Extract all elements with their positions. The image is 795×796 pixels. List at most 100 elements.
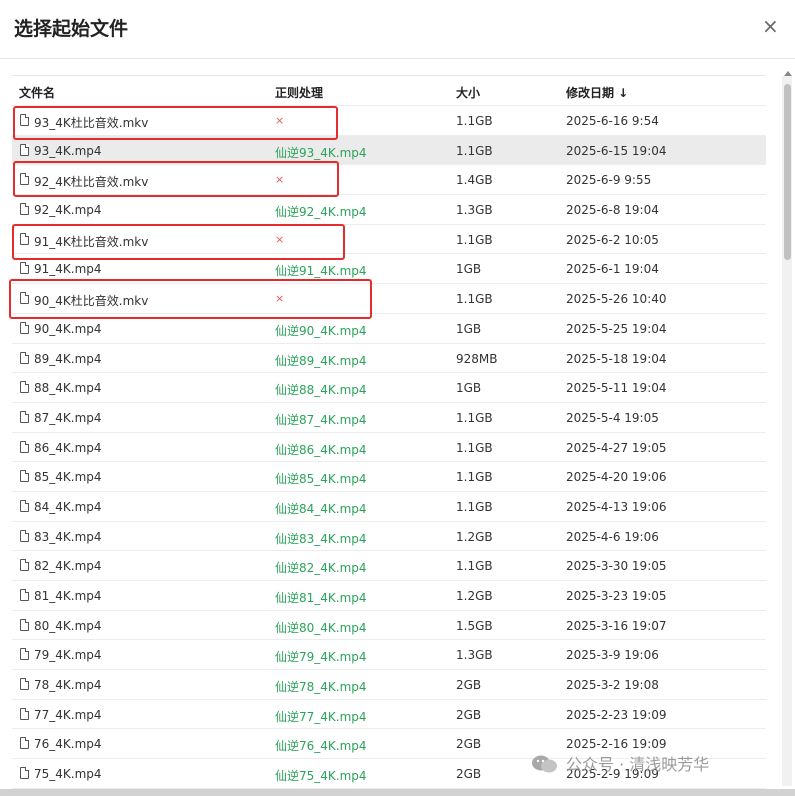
- file-name: 90_4K.mp4: [34, 321, 102, 336]
- file-size: 1GB: [456, 321, 482, 336]
- modified-date: 2025-6-9 9:55: [566, 173, 652, 188]
- file-icon: [20, 381, 29, 394]
- regex-result: 仙逆90_4K.mp4: [275, 323, 367, 338]
- file-size: 1.1GB: [456, 232, 493, 247]
- file-icon: [20, 321, 29, 334]
- file-icon: [20, 678, 29, 691]
- file-name: 75_4K.mp4: [34, 767, 102, 782]
- file-size: 2GB: [456, 737, 482, 752]
- regex-result: 仙逆89_4K.mp4: [275, 353, 367, 368]
- regex-result: 仙逆92_4K.mp4: [275, 205, 367, 220]
- table-row[interactable]: 77_4K.mp4 仙逆77_4K.mp4 2GB 2025-2-23 19:09: [12, 700, 766, 730]
- table-row[interactable]: 83_4K.mp4 仙逆83_4K.mp4 1.2GB 2025-4-6 19:06: [12, 522, 766, 552]
- file-name: 79_4K.mp4: [34, 648, 102, 663]
- table-row[interactable]: 78_4K.mp4 仙逆78_4K.mp4 2GB 2025-3-2 19:08: [12, 670, 766, 700]
- file-icon: [20, 203, 29, 216]
- horizontal-scrollbar[interactable]: [0, 789, 795, 796]
- file-size: 1.1GB: [456, 114, 493, 128]
- table-row[interactable]: 86_4K.mp4 仙逆86_4K.mp4 1.1GB 2025-4-27 19:05: [12, 433, 766, 463]
- file-size: 1.1GB: [456, 410, 493, 425]
- file-name: 91_4K.mp4: [34, 262, 102, 277]
- regex-result: 仙逆77_4K.mp4: [275, 709, 367, 724]
- table-row[interactable]: 81_4K.mp4 仙逆81_4K.mp4 1.2GB 2025-3-23 19:05: [12, 581, 766, 611]
- table-row[interactable]: 82_4K.mp4 仙逆82_4K.mp4 1.1GB 2025-3-30 19:05: [12, 551, 766, 581]
- file-size: 1.4GB: [456, 173, 493, 188]
- scroll-up-arrow-icon[interactable]: [784, 71, 792, 76]
- file-size: 1.1GB: [456, 292, 493, 307]
- file-size: 1.1GB: [456, 470, 493, 485]
- table-row[interactable]: 85_4K.mp4 仙逆85_4K.mp4 1.1GB 2025-4-20 19:06: [12, 462, 766, 492]
- file-name: 89_4K.mp4: [34, 351, 102, 366]
- table-row[interactable]: 89_4K.mp4 仙逆89_4K.mp4 928MB 2025-5-18 19:04: [12, 344, 766, 374]
- annotation-box-91: [12, 224, 345, 260]
- regex-result: 仙逆87_4K.mp4: [275, 412, 367, 427]
- modified-date: 2025-2-16 19:09: [566, 737, 667, 752]
- file-name: 82_4K.mp4: [34, 559, 102, 574]
- table-row[interactable]: 79_4K.mp4 仙逆79_4K.mp4 1.3GB 2025-3-9 19:06: [12, 640, 766, 671]
- file-name: 76_4K.mp4: [34, 737, 102, 752]
- file-icon: [20, 262, 29, 275]
- file-name: 87_4K.mp4: [34, 410, 102, 425]
- modified-date: 2025-4-20 19:06: [566, 470, 667, 485]
- file-name: 80_4K.mp4: [34, 618, 102, 633]
- watermark-text: 公众号 · 清浅映芳华: [566, 755, 710, 774]
- file-size: 1.1GB: [456, 143, 493, 158]
- file-icon: [20, 351, 29, 364]
- file-icon: [20, 529, 29, 542]
- table-row[interactable]: 92_4K.mp4 仙逆92_4K.mp4 1.3GB 2025-6-8 19:04: [12, 195, 766, 225]
- file-name: 88_4K.mp4: [34, 381, 102, 396]
- header-modified-date[interactable]: 修改日期 ↓: [566, 84, 628, 101]
- file-size: 928MB: [456, 351, 498, 366]
- regex-result: 仙逆82_4K.mp4: [275, 561, 367, 576]
- header-regex[interactable]: 正则处理: [275, 84, 323, 101]
- regex-result: 仙逆79_4K.mp4: [275, 650, 367, 665]
- table-row[interactable]: 84_4K.mp4 仙逆84_4K.mp4 1.1GB 2025-4-13 19:06: [12, 492, 766, 522]
- regex-result: 仙逆78_4K.mp4: [275, 680, 367, 695]
- regex-result: 仙逆76_4K.mp4: [275, 739, 367, 754]
- file-icon: [20, 737, 29, 750]
- file-size: 1.2GB: [456, 529, 493, 544]
- file-icon: [20, 618, 29, 631]
- file-size: 2GB: [456, 707, 482, 722]
- header-size[interactable]: 大小: [456, 84, 480, 101]
- header-filename[interactable]: 文件名: [19, 84, 55, 101]
- file-name: 84_4K.mp4: [34, 499, 102, 514]
- file-name: 83_4K.mp4: [34, 529, 102, 544]
- modified-date: 2025-5-26 10:40: [566, 292, 667, 307]
- file-icon: [20, 410, 29, 423]
- modified-date: 2025-6-2 10:05: [566, 232, 659, 247]
- file-size: 2GB: [456, 767, 482, 782]
- modified-date: 2025-5-11 19:04: [566, 381, 667, 396]
- close-icon[interactable]: ×: [762, 16, 779, 36]
- file-icon: [20, 648, 29, 661]
- file-size: 1.2GB: [456, 589, 493, 603]
- regex-result: 仙逆86_4K.mp4: [275, 442, 367, 457]
- annotation-box-92: [13, 161, 339, 197]
- modified-date: 2025-3-9 19:06: [566, 648, 659, 663]
- modified-date: 2025-5-25 19:04: [566, 321, 667, 336]
- table-row[interactable]: 87_4K.mp4 仙逆87_4K.mp4 1.1GB 2025-5-4 19:05: [12, 403, 766, 433]
- file-icon: [20, 143, 29, 156]
- regex-result: 仙逆85_4K.mp4: [275, 472, 367, 487]
- file-name: 92_4K.mp4: [34, 203, 102, 218]
- table-row[interactable]: 80_4K.mp4 仙逆80_4K.mp4 1.5GB 2025-3-16 19:07: [12, 611, 766, 641]
- wechat-icon: [532, 755, 557, 773]
- modified-date: 2025-3-23 19:05: [566, 589, 667, 603]
- modified-date: 2025-6-16 9:54: [566, 114, 659, 128]
- modified-date: 2025-3-16 19:07: [566, 618, 667, 633]
- modified-date: 2025-4-13 19:06: [566, 499, 667, 514]
- file-size: 1.1GB: [456, 559, 493, 574]
- file-size: 1GB: [456, 381, 482, 396]
- table-row[interactable]: 88_4K.mp4 仙逆88_4K.mp4 1GB 2025-5-11 19:04: [12, 373, 766, 403]
- file-size: 1GB: [456, 262, 482, 277]
- file-icon: [20, 440, 29, 453]
- file-icon: [20, 470, 29, 483]
- regex-result: 仙逆91_4K.mp4: [275, 264, 367, 279]
- file-size: 1.5GB: [456, 618, 493, 633]
- file-size: 1.1GB: [456, 499, 493, 514]
- scrollbar-thumb[interactable]: [784, 84, 791, 260]
- modified-date: 2025-4-27 19:05: [566, 440, 667, 455]
- file-name: 93_4K.mp4: [34, 143, 102, 158]
- regex-result: 仙逆75_4K.mp4: [275, 769, 367, 784]
- modified-date: 2025-5-18 19:04: [566, 351, 667, 366]
